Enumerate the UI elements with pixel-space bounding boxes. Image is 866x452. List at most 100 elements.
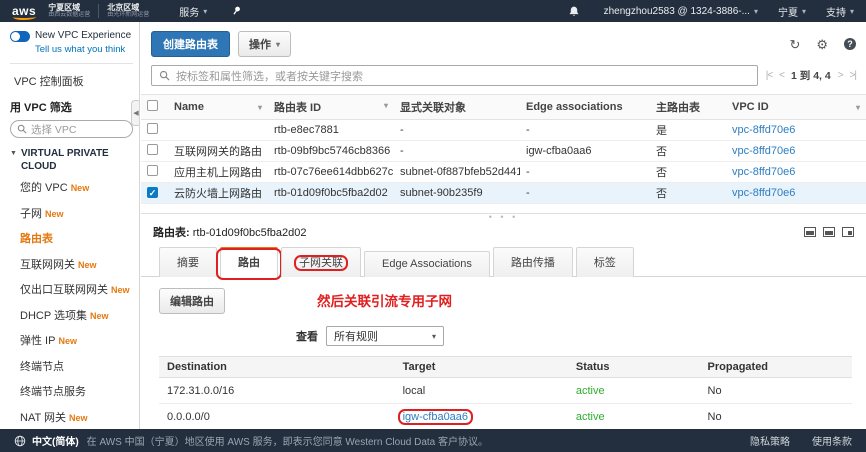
- feedback-link[interactable]: Tell us what you think: [35, 44, 133, 55]
- sidebar-item[interactable]: 互联网网关New: [20, 257, 133, 274]
- sidebar-item[interactable]: 弹性 IPNew: [20, 333, 133, 350]
- table-row[interactable]: ✓云防火墙上网路由rtb-01d09f0bc5fba2d02subnet-90b…: [141, 183, 866, 204]
- vpc-id-link[interactable]: vpc-8ffd70e6: [732, 187, 795, 199]
- edit-routes-button[interactable]: 编辑路由: [159, 288, 225, 314]
- vpc-id-link[interactable]: vpc-8ffd70e6: [732, 166, 795, 178]
- region-beijing-name: 北京区域: [107, 4, 149, 12]
- vpc-id-link[interactable]: vpc-8ffd70e6: [732, 124, 795, 136]
- vpc-filter-input[interactable]: 选择 VPC: [10, 120, 133, 138]
- column-header[interactable]: 显式关联对象: [394, 95, 520, 120]
- sidebar-item-label: 互联网网关: [20, 259, 75, 271]
- pane-layout-split-icon[interactable]: [823, 227, 835, 237]
- filter-row: 按标签和属性筛选，或者按关键字搜索 |< < 1 到 4, 4 > >|: [151, 65, 856, 86]
- help-icon[interactable]: ?: [844, 38, 856, 50]
- sidebar-item-label: 终端节点: [20, 361, 64, 373]
- sidebar-item[interactable]: 终端节点: [20, 359, 133, 376]
- route-row: 0.0.0.0/0igw-cfba0aa6activeNo: [159, 404, 852, 430]
- pane-layout-bottom-icon[interactable]: [804, 227, 816, 237]
- settings-gear-icon[interactable]: ⚙: [816, 38, 828, 51]
- language-selector[interactable]: 中文(简体): [32, 433, 79, 448]
- region-menu-label: 宁夏: [778, 4, 798, 19]
- pin-icon[interactable]: [231, 5, 242, 17]
- region-beijing-sub: 由光环新网运营: [107, 12, 149, 18]
- footer: 中文(简体) 在 AWS 中国（宁夏）地区使用 AWS 服务，即表示您同意 We…: [0, 429, 866, 452]
- sidebar-item[interactable]: 子网New: [20, 206, 133, 223]
- new-vpc-experience-toggle[interactable]: [10, 31, 30, 42]
- column-header[interactable]: Name▾: [168, 95, 268, 120]
- target-link[interactable]: igw-cfba0aa6: [403, 411, 468, 423]
- sidebar-item[interactable]: 您的 VPCNew: [20, 180, 133, 197]
- last-page-button[interactable]: >|: [850, 70, 856, 81]
- next-page-button[interactable]: >: [838, 70, 843, 81]
- region-beijing[interactable]: 北京区域 由光环新网运营: [107, 4, 149, 19]
- destination-cell: 0.0.0.0/0: [159, 404, 395, 430]
- status-cell: active: [568, 404, 700, 430]
- edit-routes-row: 编辑路由 然后关联引流专用子网: [141, 277, 866, 314]
- row-checkbox[interactable]: [147, 165, 158, 176]
- prev-page-button[interactable]: <: [779, 70, 784, 81]
- tab-Edge Associations[interactable]: Edge Associations: [364, 251, 490, 277]
- sidebar-section-header[interactable]: ▼VIRTUAL PRIVATE CLOUD: [10, 148, 133, 173]
- tab-标签[interactable]: 标签: [576, 247, 634, 277]
- table-row[interactable]: rtb-e8ec7881--是vpc-8ffd70e6: [141, 120, 866, 141]
- detail-tabs: 摘要路由子网关联 Edge Associations 路由传播标签: [159, 247, 866, 277]
- filter-search-input[interactable]: 按标签和属性筛选，或者按关键字搜索: [151, 65, 758, 86]
- services-menu[interactable]: 服务 ▾: [179, 4, 207, 19]
- row-checkbox[interactable]: ✓: [147, 187, 158, 198]
- aws-logo[interactable]: aws: [12, 4, 36, 18]
- select-all-checkbox-cell: [141, 95, 168, 120]
- toolbar-icons: ↻ ⚙ ?: [789, 38, 856, 51]
- footer-link[interactable]: 使用条款: [812, 433, 852, 448]
- refresh-icon[interactable]: ↻: [789, 38, 800, 51]
- split-pane-handle[interactable]: • • •: [141, 213, 866, 222]
- sidebar-collapse-handle[interactable]: ◀: [131, 100, 140, 126]
- route-table-id-cell: rtb-e8ec7881: [268, 120, 394, 141]
- sidebar-sections: ▼VIRTUAL PRIVATE CLOUD 您的 VPCNew 子网New 路由表互…: [10, 148, 133, 429]
- tab-子网关联[interactable]: 子网关联: [281, 247, 361, 277]
- edge-association-cell: igw-cfba0aa6: [520, 141, 650, 162]
- sidebar-item[interactable]: NAT 网关New: [20, 410, 133, 427]
- account-menu[interactable]: zhengzhou2583 @ 1324-3886-... ▾: [604, 6, 758, 17]
- pane-layout-controls: [804, 227, 854, 237]
- select-all-checkbox[interactable]: [147, 100, 158, 111]
- tab-路由传播[interactable]: 路由传播: [493, 247, 573, 277]
- chevron-down-icon: ▾: [203, 7, 207, 16]
- footer-link[interactable]: 隐私策略: [750, 433, 790, 448]
- route-row: 172.31.0.0/16localactiveNo: [159, 378, 852, 404]
- tab-摘要[interactable]: 摘要: [159, 247, 217, 277]
- view-filter-row: 查看 所有规则 ▾: [141, 314, 866, 346]
- explicit-association-cell: subnet-0f887bfeb52d441b2: [394, 162, 520, 183]
- sidebar-item[interactable]: 终端节点服务: [20, 384, 133, 401]
- sort-caret-icon[interactable]: ▾: [258, 103, 262, 112]
- column-header[interactable]: Edge associations: [520, 95, 650, 120]
- column-header[interactable]: 路由表 ID▾: [268, 95, 394, 120]
- table-row[interactable]: 应用主机上网路由rtb-07c76ee614dbb627csubnet-0f88…: [141, 162, 866, 183]
- row-checkbox[interactable]: [147, 144, 158, 155]
- column-header[interactable]: VPC ID▾: [726, 95, 866, 120]
- sort-caret-icon[interactable]: ▾: [856, 103, 860, 112]
- tab-label: Edge Associations: [382, 258, 472, 270]
- view-rules-select[interactable]: 所有规则 ▾: [326, 326, 444, 346]
- column-header[interactable]: 主路由表: [650, 95, 726, 120]
- sidebar-item[interactable]: DHCP 选项集New: [20, 308, 133, 325]
- target-value: local: [403, 385, 426, 397]
- table-row[interactable]: 互联网网关的路由rtb-09bf9bc5746cb8366-igw-cfba0a…: [141, 141, 866, 162]
- sidebar-item-vpc-dashboard[interactable]: VPC 控制面板: [14, 73, 133, 89]
- vpc-id-link[interactable]: vpc-8ffd70e6: [732, 145, 795, 157]
- region-menu[interactable]: 宁夏 ▾: [778, 4, 806, 19]
- sidebar-item-label: 仅出口互联网网关: [20, 284, 108, 296]
- region-ningxia[interactable]: 宁夏区域 由西云数据运营: [48, 4, 90, 19]
- notifications-bell-icon[interactable]: [568, 5, 580, 18]
- support-menu[interactable]: 支持 ▾: [826, 4, 854, 19]
- sidebar-item[interactable]: 路由表: [20, 231, 133, 248]
- actions-button[interactable]: 操作 ▾: [238, 31, 291, 57]
- sidebar-item[interactable]: 仅出口互联网网关New: [20, 282, 133, 299]
- pane-layout-right-icon[interactable]: [842, 227, 854, 237]
- sort-caret-icon[interactable]: ▾: [384, 101, 388, 110]
- create-route-table-button[interactable]: 创建路由表: [151, 31, 230, 57]
- first-page-button[interactable]: |<: [766, 70, 772, 81]
- row-checkbox-cell: [141, 162, 168, 183]
- row-checkbox[interactable]: [147, 123, 158, 134]
- tab-路由[interactable]: 路由: [220, 247, 278, 278]
- vpc-id-cell: vpc-8ffd70e6: [726, 120, 866, 141]
